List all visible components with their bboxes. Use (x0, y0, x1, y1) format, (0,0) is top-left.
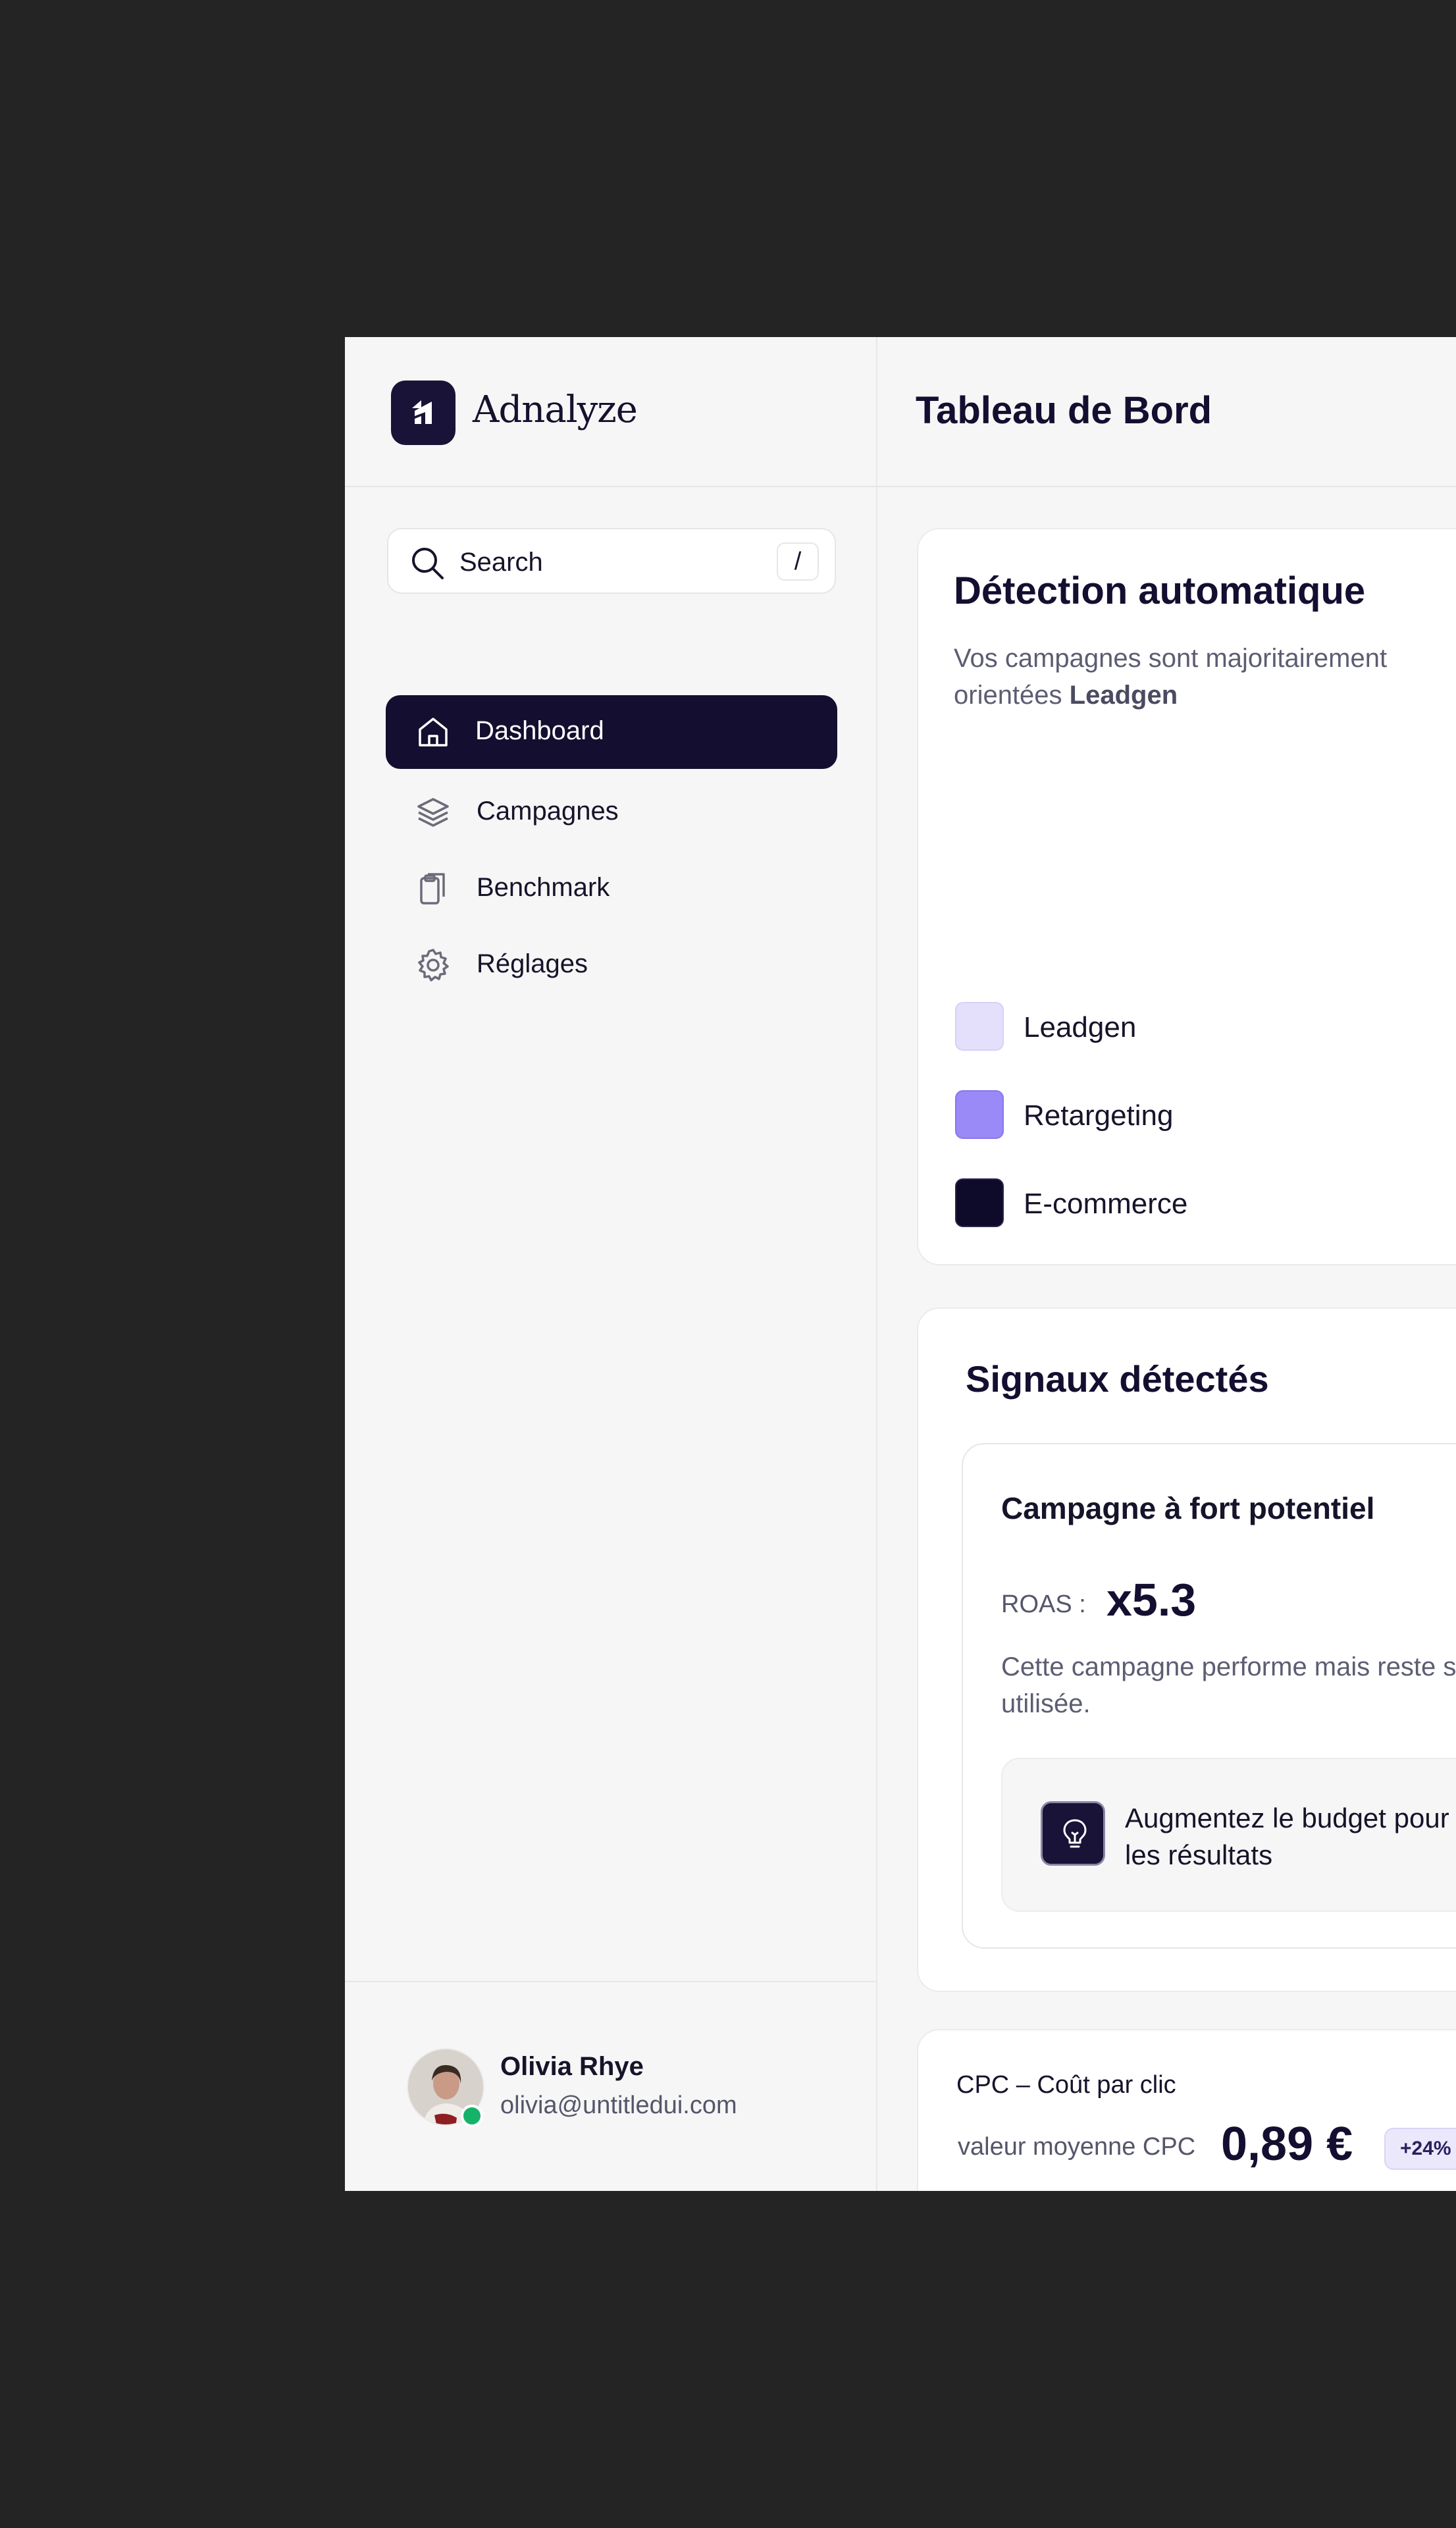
sidebar-nav: Dashboard Campagnes Benchmark Réglages (386, 695, 837, 1005)
sidebar-item-label: Dashboard (475, 716, 604, 745)
sidebar-item-reglages[interactable]: Réglages (386, 928, 837, 1002)
online-status-indicator (461, 2105, 483, 2127)
sidebar-item-campagnes[interactable]: Campagnes (386, 776, 837, 849)
signal-title: Campagne à fort potentiel (1001, 1491, 1375, 1525)
search-shortcut-key: / (777, 542, 819, 581)
app-window: Adnalyze Search / Dashboard Campagnes Be… (345, 337, 1456, 2191)
signals-title: Signaux détectés (966, 1358, 1269, 1400)
sidebar-item-label: Benchmark (477, 873, 610, 902)
metric-label: ROAS : (1001, 1591, 1086, 1618)
page-title: Tableau de Bord (916, 389, 1212, 432)
logo-icon[interactable] (391, 381, 455, 445)
legend-swatch (955, 1178, 1004, 1227)
sidebar-item-label: Campagnes (477, 797, 619, 826)
layers-icon (415, 794, 452, 831)
sidebar-item-dashboard[interactable]: Dashboard (386, 695, 837, 769)
brand-name: Adnalyze (473, 388, 638, 431)
home-icon (415, 714, 452, 750)
sidebar-item-label: Réglages (477, 949, 588, 978)
cpc-card: CPC – Coût par clic valeur moyenne CPC 0… (917, 2029, 1456, 2191)
recommendation-box: Augmentez le budget pour amplifier les r… (1001, 1758, 1456, 1912)
recommendation-text: Augmentez le budget pour amplifier les r… (1125, 1803, 1456, 1870)
detection-card: Détection automatique Vos campagnes sont… (917, 528, 1456, 1265)
signal-description: Cette campagne performe mais reste sous-… (1001, 1652, 1456, 1718)
cpc-value: 0,89 € (1221, 2118, 1353, 2171)
signals-card: Signaux détectés Campagne à fort potenti… (917, 1307, 1456, 1992)
legend-swatch (955, 1090, 1004, 1139)
legend-label: Retargeting (1024, 1099, 1174, 1132)
detection-subtitle-highlight: Leadgen (1069, 681, 1178, 710)
user-email: olivia@untitledui.com (500, 2092, 737, 2119)
brand-header: Adnalyze (345, 337, 876, 487)
cpc-change-badge: +24% (1384, 2128, 1456, 2170)
cpc-title: CPC – Coût par clic (956, 2071, 1176, 2099)
cpc-label: valeur moyenne CPC (958, 2133, 1196, 2161)
gear-icon (415, 947, 452, 984)
lightbulb-icon (1041, 1801, 1105, 1866)
search-placeholder: Search (459, 548, 543, 577)
detection-subtitle: Vos campagnes sont majoritairement orien… (954, 640, 1456, 714)
detection-title: Détection automatique (954, 569, 1366, 612)
clipboard-icon (415, 870, 452, 907)
main-content: Tableau de Bord Détection automatique Vo… (876, 337, 1456, 2191)
search-icon (409, 545, 445, 584)
page-header: Tableau de Bord (876, 337, 1456, 487)
user-name: Olivia Rhye (500, 2052, 644, 2081)
legend-label: Leadgen (1024, 1011, 1137, 1043)
search-input[interactable]: Search / (387, 528, 836, 594)
user-profile[interactable]: Olivia Rhye olivia@untitledui.com (345, 1981, 876, 2191)
sidebar: Adnalyze Search / Dashboard Campagnes Be… (345, 337, 877, 2191)
metric-value: x5.3 (1106, 1574, 1197, 1625)
signal-item-card[interactable]: Campagne à fort potentiel ROAS : x5.3 Ce… (962, 1443, 1456, 1949)
sidebar-item-benchmark[interactable]: Benchmark (386, 852, 837, 926)
legend-label: E-commerce (1024, 1188, 1188, 1220)
legend-swatch (955, 1002, 1004, 1051)
